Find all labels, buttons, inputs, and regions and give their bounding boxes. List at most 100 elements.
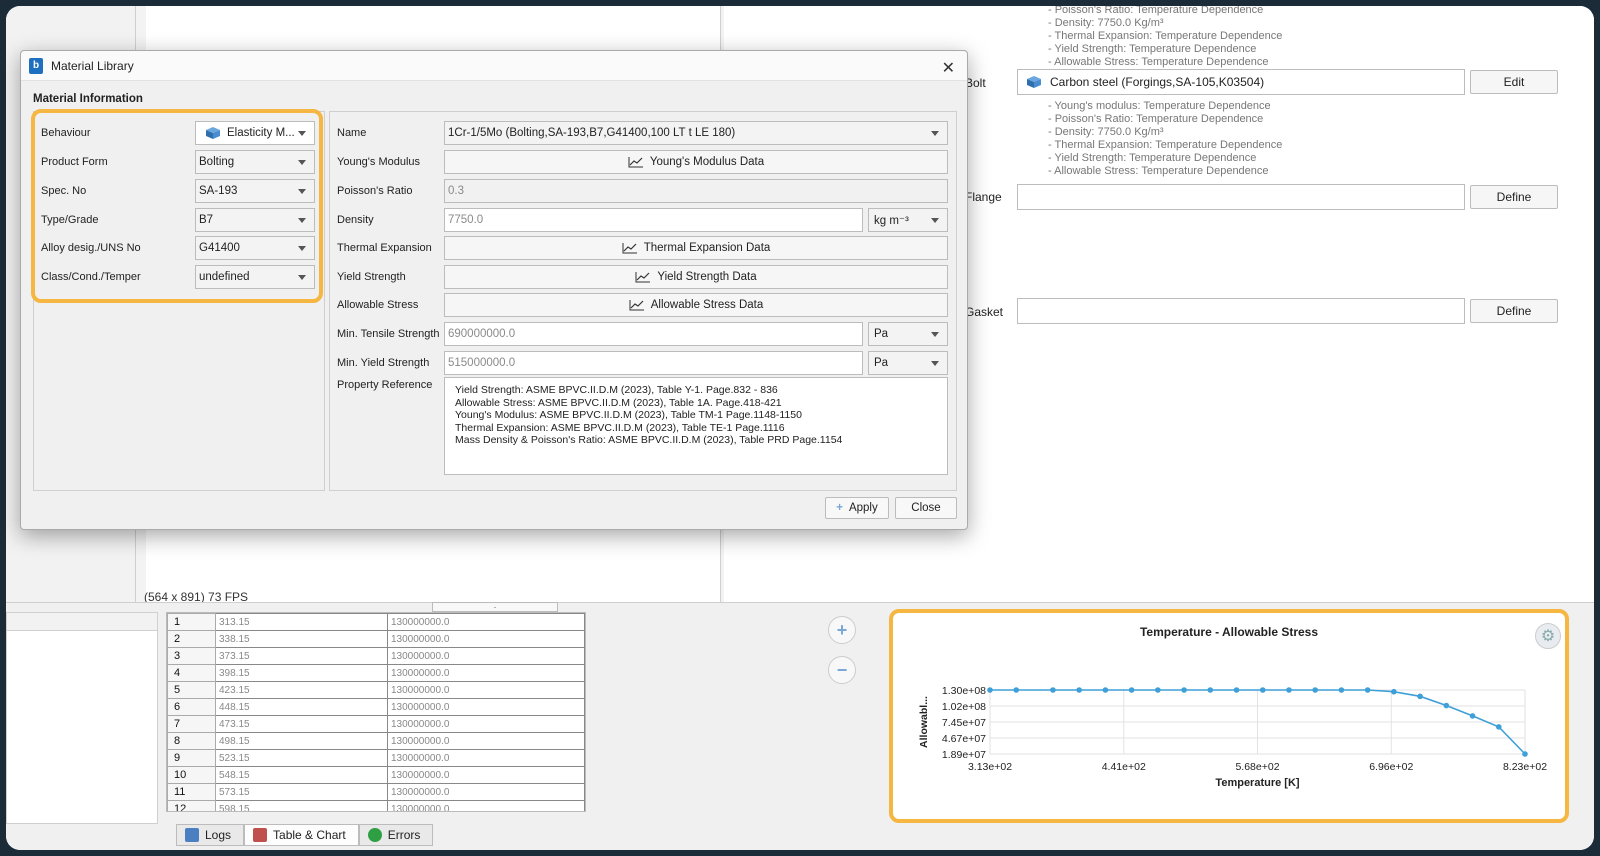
- row-number[interactable]: 9: [167, 749, 216, 767]
- gasket-material-field[interactable]: [1017, 298, 1465, 324]
- bolt-label: Bolt: [965, 76, 986, 90]
- stress-cell[interactable]: 130000000.0: [387, 647, 585, 665]
- stress-cell[interactable]: 130000000.0: [387, 681, 585, 699]
- y-tick-label: 1.89e+07: [942, 749, 986, 761]
- tree-panel[interactable]: [6, 612, 158, 824]
- cube-icon: [1027, 76, 1041, 88]
- close-icon[interactable]: ✕: [942, 58, 955, 78]
- table-row[interactable]: 7 473.15 130000000.0: [167, 715, 585, 733]
- stress-cell[interactable]: 130000000.0: [387, 613, 585, 631]
- data-point: [1522, 751, 1528, 757]
- min-yield-strength-field[interactable]: 515000000.0: [444, 351, 863, 375]
- table-row[interactable]: 8 498.15 130000000.0: [167, 732, 585, 750]
- tab-table-chart[interactable]: Table & Chart: [244, 824, 359, 846]
- gasket-define-button[interactable]: Define: [1470, 299, 1558, 323]
- temperature-cell[interactable]: 373.15: [215, 647, 388, 665]
- flange-material-field[interactable]: [1017, 184, 1465, 210]
- splitter-handle[interactable]: .: [432, 602, 558, 612]
- zoom-in-button[interactable]: +: [828, 616, 856, 644]
- data-point: [1128, 687, 1135, 693]
- temperature-cell[interactable]: 313.15: [215, 613, 388, 631]
- poisson-ratio-field[interactable]: 0.3: [444, 179, 948, 203]
- temperature-cell[interactable]: 338.15: [215, 630, 388, 648]
- youngs-modulus-data-button[interactable]: Young's Modulus Data: [444, 150, 948, 174]
- table-row[interactable]: 5 423.15 130000000.0: [167, 681, 585, 699]
- row-number[interactable]: 5: [167, 681, 216, 699]
- stress-cell[interactable]: 130000000.0: [387, 664, 585, 682]
- row-number[interactable]: 12: [167, 800, 216, 811]
- flange-define-button[interactable]: Define: [1470, 185, 1558, 209]
- row-number[interactable]: 4: [167, 664, 216, 682]
- data-point: [1207, 687, 1214, 693]
- table-row[interactable]: 4 398.15 130000000.0: [167, 664, 585, 682]
- table-row[interactable]: 2 338.15 130000000.0: [167, 630, 585, 648]
- stress-cell[interactable]: 130000000.0: [387, 732, 585, 750]
- table-row[interactable]: 9 523.15 130000000.0: [167, 749, 585, 767]
- min-tensile-unit-select[interactable]: Pa: [868, 322, 948, 346]
- data-point: [1286, 687, 1292, 693]
- table-row[interactable]: 12 598.15 130000000.0: [167, 800, 585, 811]
- temperature-cell[interactable]: 598.15: [215, 800, 388, 811]
- allowable-stress-data-button[interactable]: Allowable Stress Data: [444, 293, 948, 317]
- stress-cell[interactable]: 130000000.0: [387, 630, 585, 648]
- data-point: [1076, 687, 1082, 693]
- stress-cell[interactable]: 130000000.0: [387, 783, 585, 801]
- tab-errors[interactable]: Errors: [358, 824, 434, 846]
- temperature-cell[interactable]: 473.15: [215, 715, 388, 733]
- row-number[interactable]: 7: [167, 715, 216, 733]
- thermal-expansion-data-button[interactable]: Thermal Expansion Data: [444, 236, 948, 260]
- table-row[interactable]: 1 313.15 130000000.0: [167, 613, 585, 631]
- stress-cell[interactable]: 130000000.0: [387, 715, 585, 733]
- row-number[interactable]: 10: [167, 766, 216, 784]
- field-row: Min. Tensile Strength: [337, 328, 440, 340]
- temperature-cell[interactable]: 548.15: [215, 766, 388, 784]
- density-field[interactable]: 7750.0: [444, 208, 863, 232]
- data-table[interactable]: 1 313.15 130000000.0 2 338.15 130000000.0 3 373…: [166, 612, 586, 812]
- bolt-property-list: - Young's modulus: Temperature Dependenc…: [1048, 100, 1283, 177]
- property-reference-text[interactable]: Yield Strength: ASME BPVC.II.D.M (2023),…: [444, 377, 948, 475]
- row-number[interactable]: 1: [167, 613, 216, 631]
- line-chart-icon: [629, 300, 644, 311]
- table-row[interactable]: 11 573.15 130000000.0: [167, 783, 585, 801]
- data-point: [1259, 687, 1266, 693]
- min-yield-unit-select[interactable]: Pa: [868, 351, 948, 375]
- data-point: [987, 687, 993, 693]
- yield-strength-data-button[interactable]: Yield Strength Data: [444, 265, 948, 289]
- field-row: Property Reference: [337, 379, 433, 391]
- temperature-cell[interactable]: 448.15: [215, 698, 388, 716]
- table-row[interactable]: 3 373.15 130000000.0: [167, 647, 585, 665]
- temperature-cell[interactable]: 498.15: [215, 732, 388, 750]
- temperature-cell[interactable]: 573.15: [215, 783, 388, 801]
- apply-button[interactable]: + Apply: [825, 497, 889, 519]
- data-point: [1181, 687, 1187, 693]
- temperature-cell[interactable]: 423.15: [215, 681, 388, 699]
- bolt-material-field[interactable]: Carbon steel (Forgings,SA-105,K03504): [1017, 69, 1465, 95]
- y-tick-label: 1.30e+08: [942, 685, 986, 697]
- table-row[interactable]: 10 548.15 130000000.0: [167, 766, 585, 784]
- row-number[interactable]: 2: [167, 630, 216, 648]
- temperature-cell[interactable]: 523.15: [215, 749, 388, 767]
- stress-cell[interactable]: 130000000.0: [387, 800, 585, 811]
- row-number[interactable]: 3: [167, 647, 216, 665]
- density-unit-select[interactable]: kg m⁻³: [868, 208, 948, 232]
- bolt-edit-button[interactable]: Edit: [1470, 70, 1558, 94]
- section-title: Material Information: [33, 93, 143, 105]
- tab-logs[interactable]: Logs: [176, 824, 245, 846]
- stress-cell[interactable]: 130000000.0: [387, 766, 585, 784]
- temperature-cell[interactable]: 398.15: [215, 664, 388, 682]
- stress-cell[interactable]: 130000000.0: [387, 698, 585, 716]
- dialog-title: Material Library: [51, 58, 134, 73]
- min-tensile-strength-field[interactable]: 690000000.0: [444, 322, 863, 346]
- material-library-dialog: b Material Library ✕ Material Informatio…: [20, 50, 968, 530]
- chart-plot: 1.30e+08 1.02e+08 7.45e+07 4.67e+07 1.89e+07…: [918, 685, 1547, 789]
- row-number[interactable]: 6: [167, 698, 216, 716]
- chart-panel: Temperature - Allowable Stress ⚙ 1.30e+0…: [889, 609, 1569, 823]
- zoom-out-button[interactable]: −: [828, 656, 856, 684]
- material-name-select[interactable]: 1Cr-1/5Mo (Bolting,SA-193,B7,G41400,100 …: [444, 121, 948, 145]
- bolt-material-text: Carbon steel (Forgings,SA-105,K03504): [1050, 75, 1265, 89]
- row-number[interactable]: 11: [167, 783, 216, 801]
- table-row[interactable]: 6 448.15 130000000.0: [167, 698, 585, 716]
- row-number[interactable]: 8: [167, 732, 216, 750]
- stress-cell[interactable]: 130000000.0: [387, 749, 585, 767]
- close-button[interactable]: Close: [895, 497, 957, 519]
